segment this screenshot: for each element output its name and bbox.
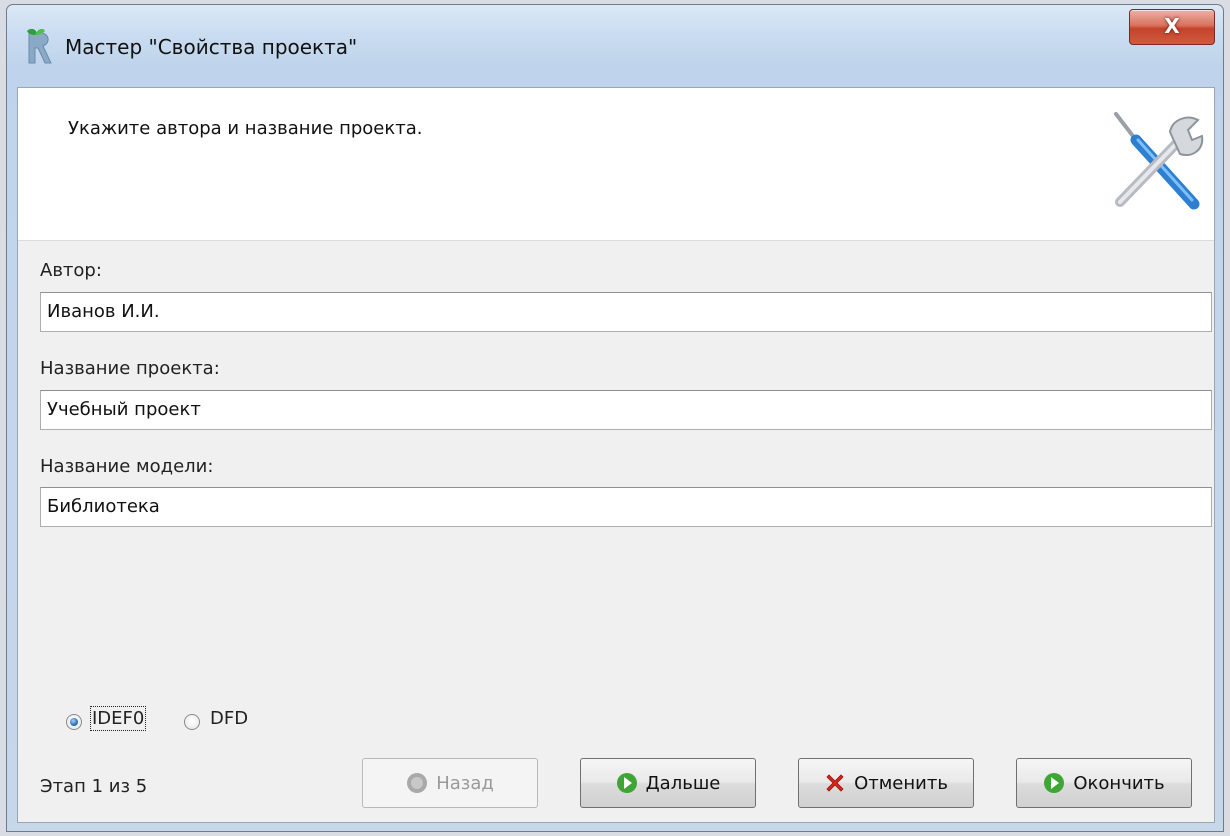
next-go-icon bbox=[616, 773, 637, 793]
finish-button[interactable]: Окончить bbox=[1016, 758, 1192, 808]
instruction-text: Укажите автора и название проекта. bbox=[68, 118, 423, 139]
back-button-label: Назад bbox=[436, 772, 494, 794]
back-button[interactable]: Назад bbox=[362, 758, 538, 808]
idef0-radio[interactable] bbox=[66, 714, 82, 730]
finish-go-icon bbox=[1044, 773, 1065, 793]
wizard-window: Мастер "Свойства проекта" X Укажите авто… bbox=[6, 4, 1224, 832]
next-button-label: Дальше bbox=[645, 772, 721, 794]
wizard-client-area: Укажите автора и название проекта. Автор… bbox=[17, 87, 1215, 823]
next-button[interactable]: Дальше bbox=[580, 758, 756, 808]
close-button[interactable]: X bbox=[1129, 9, 1215, 45]
window-title: Мастер "Свойства проекта" bbox=[65, 35, 358, 59]
author-label: Автор: bbox=[40, 260, 102, 281]
step-indicator: Этап 1 из 5 bbox=[40, 776, 148, 797]
dfd-radio[interactable] bbox=[184, 714, 200, 730]
dfd-radio-label[interactable]: DFD bbox=[210, 708, 248, 729]
cancel-x-icon bbox=[826, 774, 844, 792]
model-name-label: Название модели: bbox=[40, 456, 214, 477]
tools-wrench-screwdriver-icon bbox=[1114, 112, 1204, 210]
app-logo-icon bbox=[27, 28, 52, 64]
idef0-radio-label[interactable]: IDEF0 bbox=[89, 706, 147, 731]
wizard-header: Укажите автора и название проекта. bbox=[18, 88, 1214, 241]
back-disabled-icon bbox=[407, 773, 428, 793]
cancel-button[interactable]: Отменить bbox=[798, 758, 974, 808]
title-bar[interactable]: Мастер "Свойства проекта" X bbox=[7, 5, 1223, 87]
model-name-input[interactable]: Библиотека bbox=[40, 487, 1212, 527]
author-input[interactable]: Иванов И.И. bbox=[40, 292, 1212, 332]
cancel-button-label: Отменить bbox=[854, 772, 948, 794]
project-name-label: Название проекта: bbox=[40, 358, 220, 379]
finish-button-label: Окончить bbox=[1073, 772, 1165, 794]
project-name-input[interactable]: Учебный проект bbox=[40, 390, 1212, 430]
